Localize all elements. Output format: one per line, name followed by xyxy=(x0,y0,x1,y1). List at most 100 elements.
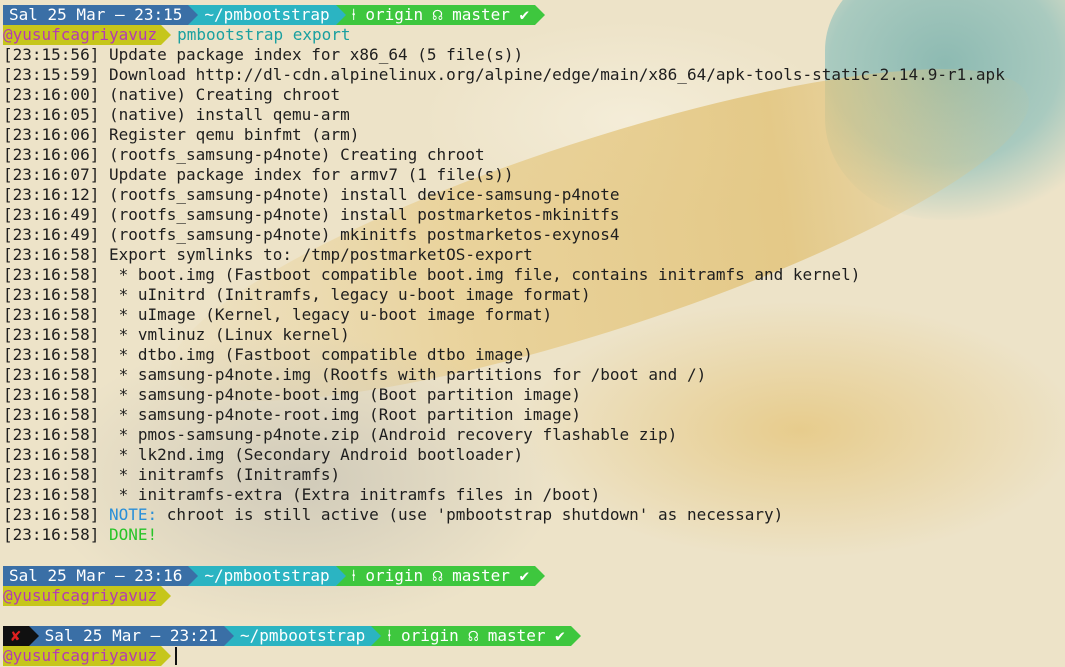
log-line: [23:16:06] (rootfs_samsung-p4note) Creat… xyxy=(3,145,485,165)
prompt-date-segment: Sal 25 Mar – 23:15 xyxy=(3,5,199,25)
log-timestamp: [23:16:58] xyxy=(3,365,100,384)
prompt-command: pmbootstrap export xyxy=(177,25,351,44)
git-branch-icon: ⍿ xyxy=(351,566,356,585)
log-line: [23:16:05] (native) install qemu-arm xyxy=(3,105,350,125)
note-label: NOTE: xyxy=(108,505,158,524)
log-message: * lk2nd.img (Secondary Android bootloade… xyxy=(108,445,524,464)
prompt-user-segment: @yusufcagriyavuz xyxy=(3,25,172,45)
log-message: Register qemu binfmt (arm) xyxy=(108,125,360,144)
git-status: origin ☊ master ✔ xyxy=(401,626,565,645)
log-message: * dtbo.img (Fastboot compatible dtbo ima… xyxy=(108,345,533,364)
log-timestamp: [23:16:58] xyxy=(3,245,100,264)
log-message: * samsung-p4note-boot.img (Boot partitio… xyxy=(108,385,581,404)
log-message: (rootfs_samsung-p4note) mkinitfs postmar… xyxy=(108,225,620,244)
log-line: [23:16:58] * initramfs-extra (Extra init… xyxy=(3,485,600,505)
log-message: * boot.img (Fastboot compatible boot.img… xyxy=(108,265,861,284)
prompt-status-line: Sal 25 Mar – 23:15 ~/pmbootstrap ⍿ origi… xyxy=(3,5,545,25)
log-timestamp: [23:16:58] xyxy=(3,425,100,444)
log-timestamp: [23:16:58] xyxy=(3,345,100,364)
log-line: [23:15:59] Download http://dl-cdn.alpine… xyxy=(3,65,1005,85)
log-timestamp: [23:15:56] xyxy=(3,45,100,64)
prompt-user-segment: @yusufcagriyavuz xyxy=(3,586,172,606)
prompt-git-segment: ⍿ origin ☊ master ✔ xyxy=(335,566,545,586)
log-timestamp: [23:15:59] xyxy=(3,65,100,84)
prompt-path-segment: ~/pmbootstrap xyxy=(188,5,346,25)
log-line: [23:16:58] * pmos-samsung-p4note.zip (An… xyxy=(3,425,677,445)
log-timestamp: [23:16:58] xyxy=(3,385,100,404)
note-message: chroot is still active (use 'pmbootstrap… xyxy=(157,505,784,524)
prompt-input-line[interactable]: @yusufcagriyavuz xyxy=(3,646,178,666)
prompt-path-segment: ~/pmbootstrap xyxy=(188,566,346,586)
log-message: (rootfs_samsung-p4note) install device-s… xyxy=(108,185,620,204)
text-cursor[interactable] xyxy=(175,647,178,665)
log-message: * samsung-p4note-root.img (Root partitio… xyxy=(108,405,581,424)
log-message: * initramfs-extra (Extra initramfs files… xyxy=(108,485,601,504)
log-line: [23:16:58] * samsung-p4note-boot.img (Bo… xyxy=(3,385,581,405)
log-timestamp: [23:16:58] xyxy=(3,525,100,544)
log-timestamp: [23:16:00] xyxy=(3,85,100,104)
prompt-input-line: @yusufcagriyavuz pmbootstrap export xyxy=(3,25,351,45)
prompt-input-line: @yusufcagriyavuz xyxy=(3,586,172,606)
prompt-user-segment: @yusufcagriyavuz xyxy=(3,646,172,666)
log-message: (native) install qemu-arm xyxy=(108,105,350,124)
log-timestamp: [23:16:58] xyxy=(3,465,100,484)
log-line: [23:16:58] * dtbo.img (Fastboot compatib… xyxy=(3,345,533,365)
log-message: Download http://dl-cdn.alpinelinux.org/a… xyxy=(108,65,1005,84)
log-line: [23:16:58] * uImage (Kernel, legacy u-bo… xyxy=(3,305,552,325)
log-timestamp: [23:16:58] xyxy=(3,405,100,424)
git-branch-icon: ⍿ xyxy=(351,5,356,24)
log-timestamp: [23:16:49] xyxy=(3,205,100,224)
log-line: [23:16:58] * boot.img (Fastboot compatib… xyxy=(3,265,860,285)
log-timestamp: [23:16:07] xyxy=(3,165,100,184)
prompt-status-line: ✘ Sal 25 Mar – 23:21 ~/pmbootstrap ⍿ ori… xyxy=(3,626,581,646)
log-line: [23:16:58] * initramfs (Initramfs) xyxy=(3,465,340,485)
git-status: origin ☊ master ✔ xyxy=(365,566,530,585)
log-line: [23:16:06] Register qemu binfmt (arm) xyxy=(3,125,359,145)
log-line: [23:16:12] (rootfs_samsung-p4note) insta… xyxy=(3,185,620,205)
log-timestamp: [23:16:12] xyxy=(3,185,100,204)
log-timestamp: [23:16:49] xyxy=(3,225,100,244)
log-line: [23:16:58] * samsung-p4note-root.img (Ro… xyxy=(3,405,581,425)
prompt-path-segment: ~/pmbootstrap xyxy=(224,626,382,646)
log-timestamp: [23:16:58] xyxy=(3,505,100,524)
log-timestamp: [23:16:58] xyxy=(3,265,100,284)
log-line: [23:16:49] (rootfs_samsung-p4note) insta… xyxy=(3,205,620,225)
log-line: [23:16:00] (native) Creating chroot xyxy=(3,85,340,105)
log-timestamp: [23:16:58] xyxy=(3,285,100,304)
prompt-git-segment: ⍿ origin ☊ master ✔ xyxy=(371,626,581,646)
log-line: [23:16:58] * samsung-p4note.img (Rootfs … xyxy=(3,365,706,385)
log-message: * uImage (Kernel, legacy u-boot image fo… xyxy=(108,305,553,324)
git-status: origin ☊ master ✔ xyxy=(365,5,530,24)
log-line: [23:16:58] * vmlinuz (Linux kernel) xyxy=(3,325,350,345)
log-timestamp: [23:16:58] xyxy=(3,305,100,324)
log-timestamp: [23:16:58] xyxy=(3,485,100,504)
log-message: Export symlinks to: /tmp/postmarketOS-ex… xyxy=(108,245,533,264)
terminal-window[interactable]: Sal 25 Mar – 23:15 ~/pmbootstrap ⍿ origi… xyxy=(0,0,1065,667)
log-timestamp: [23:16:06] xyxy=(3,125,100,144)
log-message: * pmos-samsung-p4note.zip (Android recov… xyxy=(108,425,678,444)
log-line: [23:16:58] * lk2nd.img (Secondary Androi… xyxy=(3,445,523,465)
wallpaper-teal-shape xyxy=(825,0,1065,220)
log-message: (rootfs_samsung-p4note) Creating chroot xyxy=(108,145,485,164)
git-branch-icon: ⍿ xyxy=(387,626,392,645)
log-timestamp: [23:16:06] xyxy=(3,145,100,164)
log-message: Update package index for x86_64 (5 file(… xyxy=(108,45,524,64)
done-label: DONE! xyxy=(108,525,158,544)
prompt-date-segment: Sal 25 Mar – 23:16 xyxy=(3,566,199,586)
log-message: (rootfs_samsung-p4note) install postmark… xyxy=(108,205,620,224)
prompt-status-line: Sal 25 Mar – 23:16 ~/pmbootstrap ⍿ origi… xyxy=(3,566,545,586)
prompt-date-segment: Sal 25 Mar – 23:21 xyxy=(28,626,235,646)
log-message: * samsung-p4note.img (Rootfs with partit… xyxy=(108,365,707,384)
prompt-git-segment: ⍿ origin ☊ master ✔ xyxy=(335,5,545,25)
log-timestamp: [23:16:05] xyxy=(3,105,100,124)
log-line: [23:16:58] Export symlinks to: /tmp/post… xyxy=(3,245,533,265)
log-line: [23:16:49] (rootfs_samsung-p4note) mkini… xyxy=(3,225,620,245)
log-message: Update package index for armv7 (1 file(s… xyxy=(108,165,514,184)
log-line: [23:15:56] Update package index for x86_… xyxy=(3,45,523,65)
log-message: * uInitrd (Initramfs, legacy u-boot imag… xyxy=(108,285,591,304)
log-line: [23:16:58] * uInitrd (Initramfs, legacy … xyxy=(3,285,591,305)
error-status-icon: ✘ xyxy=(3,626,39,646)
log-note-line: [23:16:58] NOTE: chroot is still active … xyxy=(3,505,783,525)
log-message: * initramfs (Initramfs) xyxy=(108,465,341,484)
log-message: (native) Creating chroot xyxy=(108,85,341,104)
